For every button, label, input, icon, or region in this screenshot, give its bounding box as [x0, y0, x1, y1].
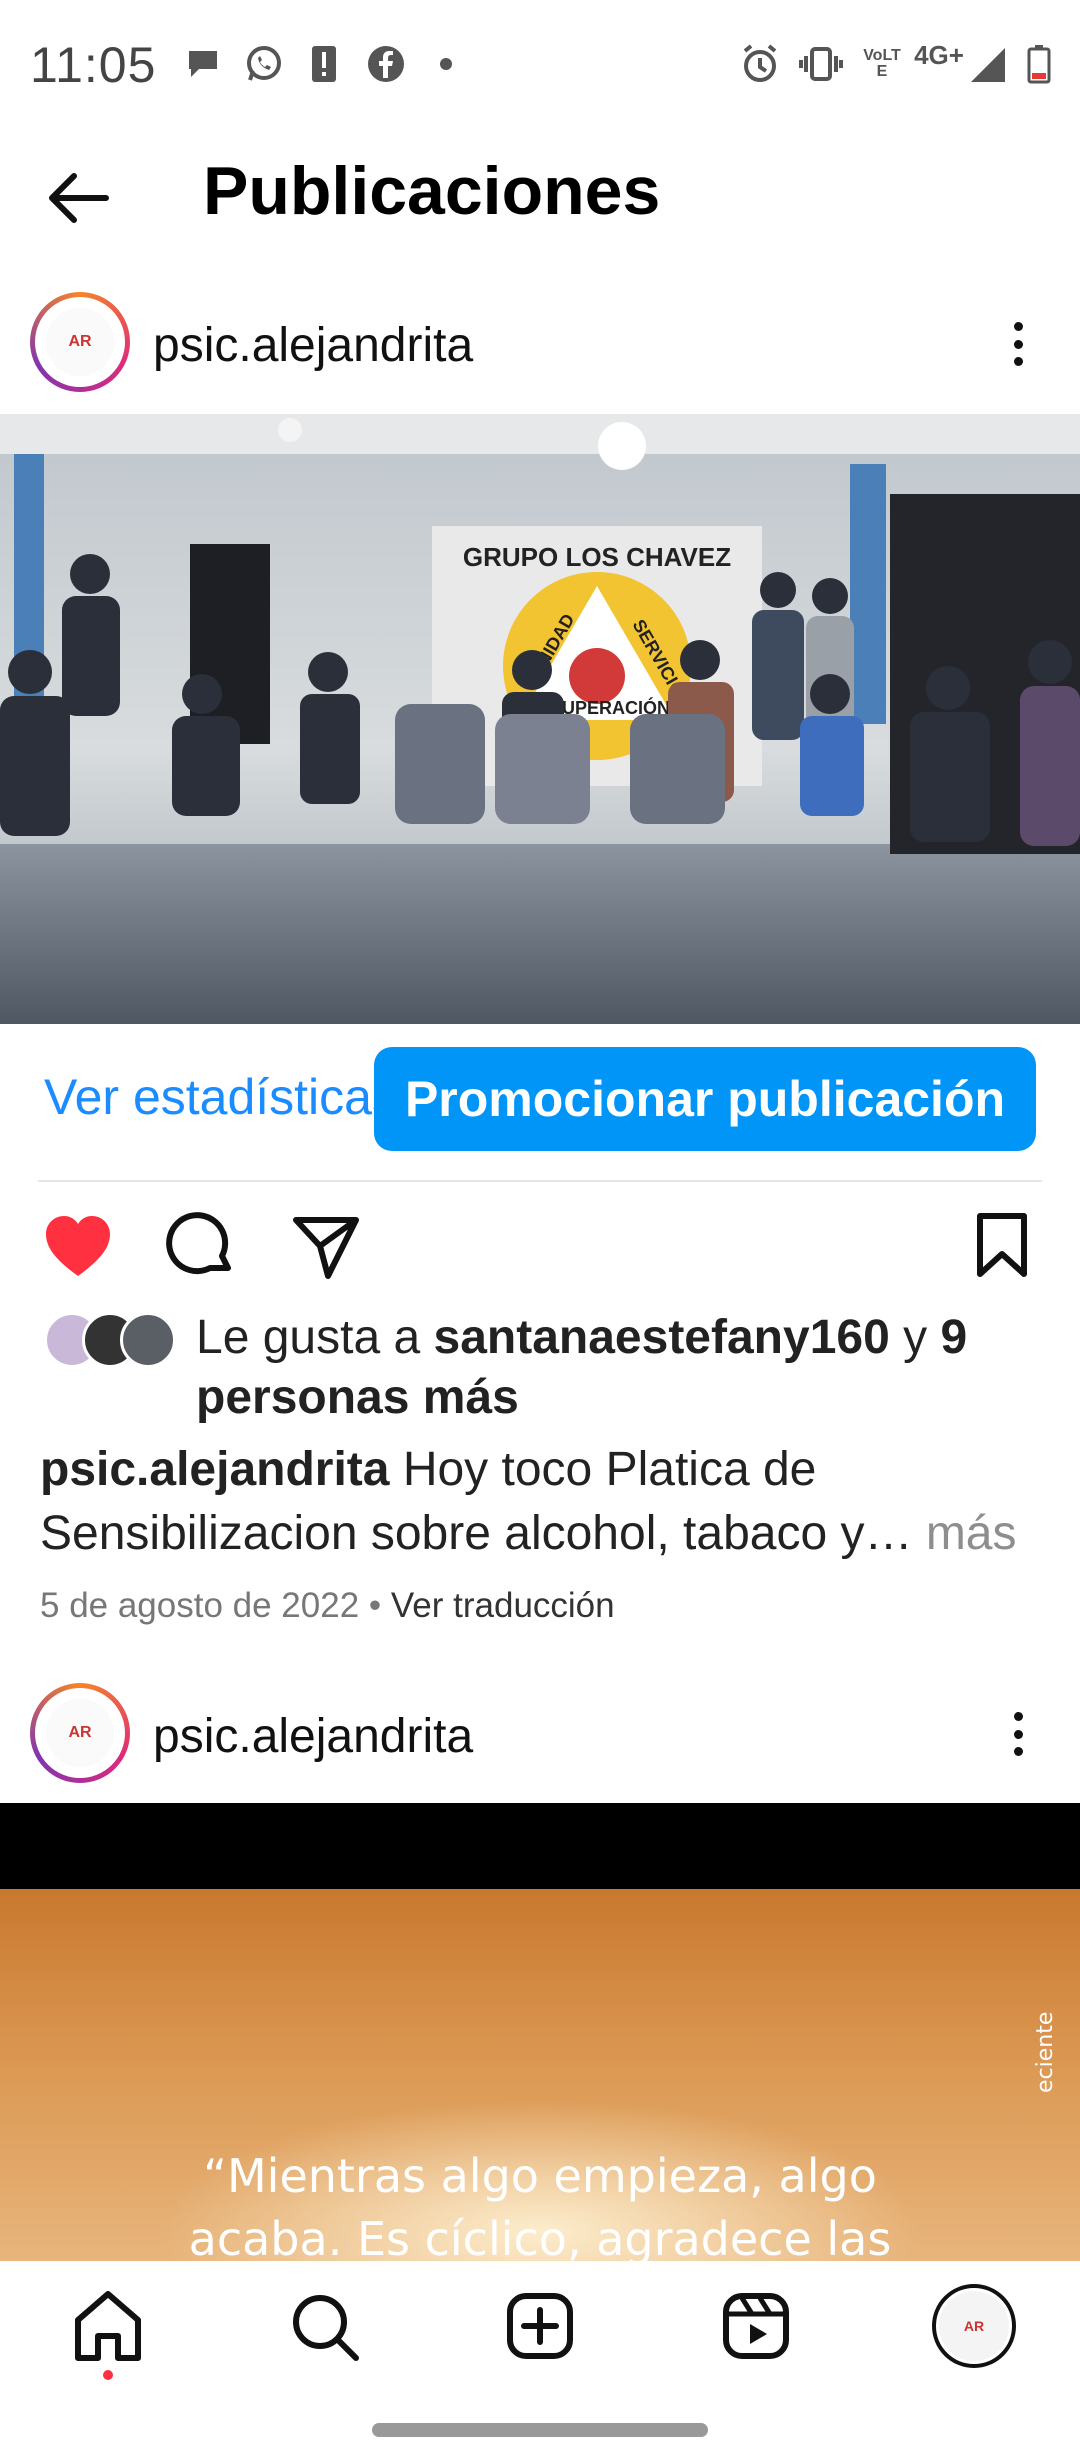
- comment-button[interactable]: [166, 1212, 238, 1284]
- post1-username[interactable]: psic.alejandrita: [153, 318, 473, 373]
- whatsapp-icon: [242, 42, 286, 86]
- comment-icon: [166, 1212, 231, 1275]
- quote-line-1: “Mientras algo empieza, algo: [203, 2149, 877, 2203]
- back-button[interactable]: [40, 158, 120, 238]
- save-button[interactable]: [966, 1210, 1038, 1282]
- post-meta: 5 de agosto de 2022 • Ver traducción: [40, 1586, 615, 1625]
- banner-text: GRUPO LOS CHAVEZ: [463, 542, 731, 572]
- side-text: eciente: [1033, 2012, 1058, 2093]
- create-icon: [507, 2293, 573, 2359]
- alarm-icon: [738, 42, 782, 86]
- liker-avatars[interactable]: [44, 1312, 176, 1368]
- heart-filled-icon: [46, 1216, 110, 1276]
- sunset-photo: “Mientras algo empieza, algo acaba. Es c…: [0, 1803, 1080, 2261]
- post2-image[interactable]: “Mientras algo empieza, algo acaba. Es c…: [0, 1803, 1080, 2261]
- arrow-left-icon: [49, 173, 109, 223]
- post1-photo: GRUPO LOS CHAVEZ UNIDAD SERVICIO RECUPER…: [0, 414, 1080, 1024]
- vibrate-icon: [798, 42, 844, 86]
- bookmark-icon: [977, 1213, 1027, 1277]
- caption-more-link[interactable]: más: [912, 1507, 1017, 1560]
- post1-image[interactable]: GRUPO LOS CHAVEZ UNIDAD SERVICIO RECUPER…: [0, 414, 1080, 1024]
- post-caption: psic.alejandrita Hoy toco Platica de Sen…: [40, 1438, 1050, 1566]
- facebook-icon: [364, 42, 408, 86]
- signal-icon: [966, 42, 1008, 86]
- home-icon: [75, 2291, 141, 2361]
- avatar-logo-image: AR: [46, 308, 114, 376]
- reels-icon: [723, 2293, 789, 2359]
- liker-username[interactable]: santanaestefany160: [434, 1311, 890, 1364]
- status-bar: 11:05 VoLTE 4G+: [0, 0, 1080, 130]
- view-insights-link[interactable]: Ver estadísticas: [44, 1068, 397, 1126]
- nav-create[interactable]: [500, 2286, 580, 2366]
- see-translation-link[interactable]: Ver traducción: [391, 1586, 615, 1625]
- likes-summary[interactable]: Le gusta a santanaestefany160 y 9 person…: [196, 1308, 1056, 1428]
- network-type: 4G+: [914, 39, 964, 70]
- dot-icon: [436, 42, 456, 86]
- post-date: 5 de agosto de 2022: [40, 1586, 360, 1625]
- volte-icon: VoLTE: [863, 47, 901, 80]
- nav-home[interactable]: [68, 2286, 148, 2366]
- send-icon: [293, 1217, 359, 1279]
- page-title: Publicaciones: [203, 153, 661, 229]
- notification-dot: [103, 2370, 113, 2380]
- profile-avatar: AR: [939, 2291, 1009, 2361]
- post1-more-options-icon[interactable]: [998, 314, 1038, 374]
- post2-avatar[interactable]: AR: [30, 1683, 130, 1783]
- search-icon: [293, 2295, 359, 2361]
- post1-avatar[interactable]: AR: [30, 292, 130, 392]
- caption-username[interactable]: psic.alejandrita: [40, 1443, 389, 1496]
- like-button[interactable]: [42, 1212, 114, 1284]
- nav-profile[interactable]: AR: [932, 2284, 1016, 2368]
- post2-username[interactable]: psic.alejandrita: [153, 1709, 473, 1764]
- nav-search[interactable]: [284, 2286, 364, 2366]
- nav-reels[interactable]: [716, 2286, 796, 2366]
- post2-more-options-icon[interactable]: [998, 1704, 1038, 1764]
- gesture-bar[interactable]: [372, 2423, 708, 2437]
- share-button[interactable]: [290, 1212, 362, 1284]
- avatar-logo-image: AR: [46, 1699, 114, 1767]
- promote-post-button[interactable]: Promocionar publicación: [374, 1047, 1036, 1151]
- alert-icon: [308, 42, 340, 86]
- status-time: 11:05: [30, 37, 157, 93]
- liker-avatar: [120, 1312, 176, 1368]
- chat-bubble-icon: [183, 42, 223, 86]
- quote-line-2: acaba. Es cíclico, agradece las: [189, 2212, 892, 2261]
- battery-icon: [1024, 42, 1054, 86]
- divider: [38, 1180, 1042, 1182]
